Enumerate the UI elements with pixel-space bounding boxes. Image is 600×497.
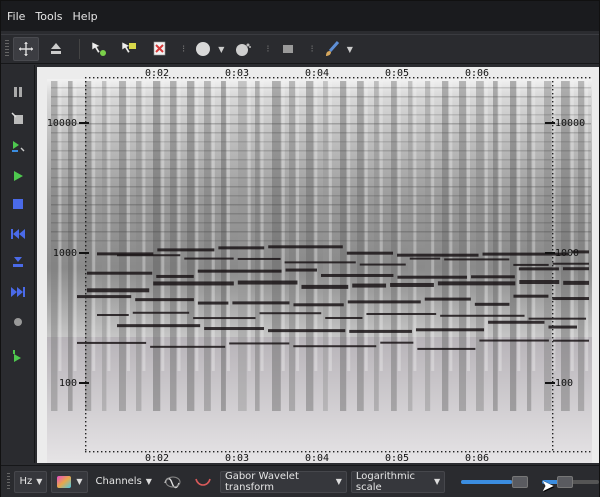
spray-icon[interactable] — [43, 37, 69, 61]
circle-brush-icon[interactable] — [190, 37, 216, 61]
scale-selector[interactable]: Logarithmic scale ▼ — [350, 470, 446, 493]
toolbar-grip[interactable] — [5, 40, 9, 58]
menu-file[interactable]: File — [7, 10, 25, 23]
stop-icon[interactable] — [9, 195, 27, 213]
freq-tick-left-label: 1000 — [53, 248, 77, 259]
chevron-down-icon: ▼ — [36, 477, 43, 486]
time-tick-bottom-label: 0:05 — [385, 453, 409, 463]
pause-icon[interactable] — [9, 83, 27, 101]
toolbar-separator — [79, 39, 80, 59]
chevron-down-icon: ▼ — [145, 477, 152, 486]
select-green-icon[interactable] — [86, 37, 112, 61]
crosshair-icon[interactable] — [13, 37, 39, 61]
menu-help[interactable]: Help — [73, 10, 98, 23]
bottom-toolbar-grip[interactable] — [7, 472, 11, 491]
play-icon[interactable] — [9, 167, 27, 185]
chevron-down-icon: ▼ — [335, 477, 342, 486]
next-icon[interactable] — [9, 349, 27, 367]
scale-label: Logarithmic scale — [355, 470, 416, 493]
brightness-slider[interactable] — [461, 471, 529, 493]
smile-toggle[interactable] — [190, 471, 216, 493]
curve-icon — [195, 478, 211, 486]
freq-tick-right-label: 1000 — [555, 248, 579, 259]
menu-bar: File Tools Help — [1, 1, 599, 31]
circle-brush-dropdown-icon[interactable]: ▼ — [218, 45, 224, 54]
mouse-cursor-icon: ➤ — [541, 476, 555, 495]
square-icon[interactable] — [275, 37, 301, 61]
freq-tick-left-label: 10000 — [47, 118, 77, 129]
time-tick-bottom-label: 0:02 — [145, 453, 169, 463]
forward-icon[interactable] — [9, 283, 27, 301]
spectrogram-image[interactable]: 0:02 0:03 0:04 0:05 0:060:02 0:03 0:04 0:05 0:06… — [37, 67, 599, 463]
select-yellow-icon[interactable] — [116, 37, 142, 61]
spectrogram-canvas[interactable]: 0:02 0:03 0:04 0:05 0:06 0:02 0:03 0:04 0:05 0:06… — [37, 67, 599, 463]
time-tick-bottom-label: 0:03 — [225, 453, 249, 463]
chevron-down-icon: ▼ — [434, 477, 441, 486]
waveform-toggle[interactable] — [160, 471, 186, 493]
dot-brush-icon[interactable] — [230, 37, 256, 61]
contrast-slider-handle[interactable] — [557, 475, 574, 488]
freq-tick-right-label: 10000 — [555, 118, 585, 129]
main-toolbar: ⁝ ▼ ⁝ ⁝ ▼ — [1, 34, 599, 64]
unit-label: Hz — [19, 476, 33, 487]
crop-icon[interactable] — [9, 110, 27, 128]
rewind-icon[interactable] — [9, 225, 27, 243]
brightness-slider-handle[interactable] — [512, 475, 529, 488]
toolbar-dots-2: ⁝ — [266, 43, 269, 55]
record-icon[interactable] — [9, 253, 27, 271]
paint-brush-dropdown-icon[interactable]: ▼ — [347, 45, 353, 54]
paint-brush-icon[interactable] — [319, 37, 345, 61]
channels-label: Channels — [95, 476, 142, 487]
playback-toolbar — [1, 65, 35, 463]
unit-selector[interactable]: Hz ▼ — [14, 470, 48, 493]
transform-label: Gabor Wavelet transform — [224, 470, 299, 493]
dot-icon[interactable] — [9, 313, 27, 331]
freq-tick-left-label: 100 — [59, 378, 77, 389]
transform-selector[interactable]: Gabor Wavelet transform ▼ — [219, 470, 347, 493]
time-tick-bottom-label: 0:06 — [465, 453, 489, 463]
waveform-icon — [164, 476, 181, 488]
time-tick-bottom-label: 0:04 — [305, 453, 329, 463]
color-palette-selector[interactable]: ▼ — [51, 470, 88, 493]
step-icon[interactable] — [9, 137, 27, 155]
palette-icon — [57, 475, 72, 488]
brightness-slider-fill — [461, 479, 513, 484]
channels-menu[interactable]: Channels ▼ — [92, 471, 156, 493]
toolbar-dots-3: ⁝ — [310, 43, 314, 55]
toolbar-dots: ⁝ — [182, 43, 185, 55]
chevron-down-icon: ▼ — [76, 477, 83, 486]
app-window: File Tools Help ⁝ ▼ ⁝ ⁝ ▼ 0:02 0:03 0:04… — [0, 0, 600, 497]
menu-tools[interactable]: Tools — [35, 10, 62, 23]
bottom-toolbar: Hz ▼ ▼ Channels ▼ Gabor Wavelet transfor… — [1, 465, 599, 497]
remove-red-icon[interactable] — [146, 37, 172, 61]
freq-tick-right-label: 100 — [555, 378, 573, 389]
